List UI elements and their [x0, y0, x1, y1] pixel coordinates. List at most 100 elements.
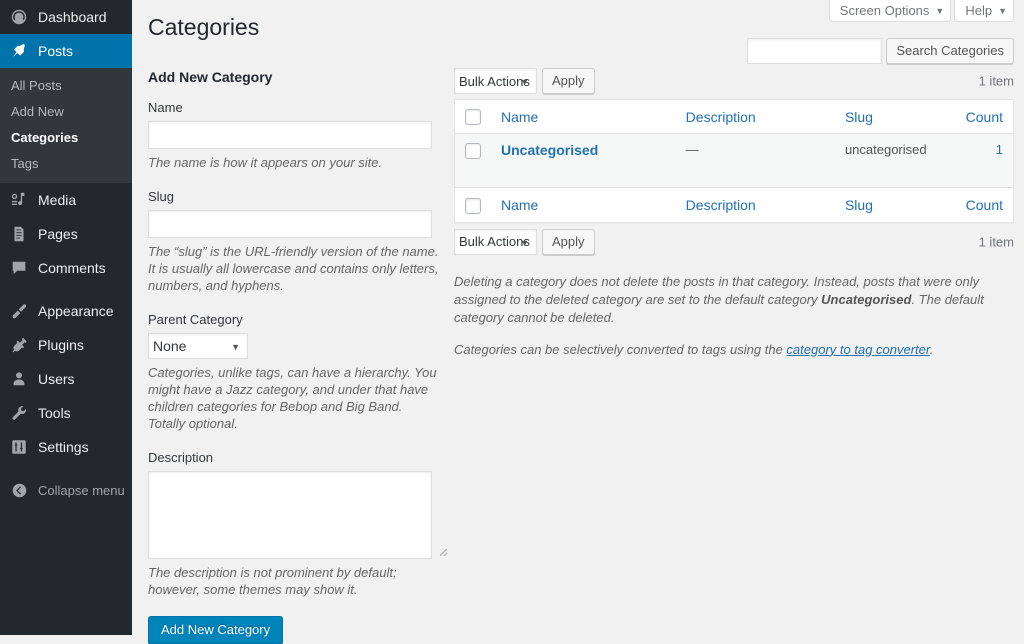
sidebar-item-label: Media [38, 192, 77, 208]
sidebar-item-label: Dashboard [38, 9, 107, 25]
bulk-actions-select-top[interactable]: Bulk Actions [454, 68, 537, 94]
description-help: The description is not prominent by defa… [148, 565, 397, 597]
tablenav-top: Bulk Actions ▼ Apply 1 item [454, 66, 1014, 96]
admin-sidebar: Dashboard Posts All Posts Add New Catego… [0, 0, 140, 635]
sidebar-item-tags[interactable]: Tags [0, 151, 132, 177]
description-textarea[interactable] [148, 471, 432, 559]
apply-button-bottom[interactable]: Apply [542, 228, 595, 255]
slug-description: The “slug” is the URL-friendly version o… [148, 244, 439, 293]
chevron-down-icon: ▼ [935, 5, 945, 16]
collapse-menu-button[interactable]: Collapse menu [0, 473, 132, 507]
page-title: Categories [148, 14, 260, 40]
category-notes: Deleting a category does not delete the … [454, 273, 1014, 359]
column-header-slug[interactable]: Slug [834, 99, 956, 135]
dashboard-icon [9, 7, 29, 27]
bulk-actions-select-bottom[interactable]: Bulk Actions [454, 228, 537, 255]
sidebar-item-label: Appearance [38, 303, 114, 319]
help-button[interactable]: Help ▼ [954, 0, 1014, 22]
field-slug: Slug The “slug” is the URL-friendly vers… [148, 189, 450, 294]
slug-input[interactable] [148, 210, 432, 238]
delete-note-default-category: Uncategorised [821, 291, 912, 307]
comments-icon [9, 258, 29, 278]
bulk-actions-top: Bulk Actions ▼ Apply [454, 68, 595, 94]
sidebar-item-settings[interactable]: Settings [0, 430, 132, 464]
screen-meta-links: Screen Options ▼ Help ▼ [828, 0, 1014, 22]
column-footer-name[interactable]: Name [491, 187, 676, 223]
row-slug-cell: uncategorised [834, 133, 956, 188]
sidebar-item-tools[interactable]: Tools [0, 396, 132, 430]
sidebar-item-categories[interactable]: Categories [0, 125, 132, 151]
select-all-header-top[interactable] [454, 99, 491, 135]
add-category-form: Add New Category Name The name is how it… [148, 68, 450, 644]
bulk-actions-bottom: Bulk Actions ▼ Apply [454, 228, 595, 255]
pages-icon [9, 224, 29, 244]
displaying-num-top: 1 item [978, 73, 1014, 89]
sidebar-item-dashboard[interactable]: Dashboard [0, 0, 132, 34]
sidebar-item-add-new[interactable]: Add New [0, 99, 132, 125]
row-select-cell[interactable] [454, 133, 491, 188]
field-name: Name The name is how it appears on your … [148, 100, 450, 171]
displaying-num-bottom: 1 item [978, 234, 1014, 250]
delete-note: Deleting a category does not delete the … [454, 273, 989, 327]
parent-category-select[interactable]: None [148, 333, 248, 359]
search-submit-button[interactable]: Search Categories [886, 38, 1014, 64]
slug-label: Slug [148, 189, 175, 204]
sidebar-item-pages[interactable]: Pages [0, 217, 132, 251]
name-input[interactable] [148, 121, 432, 149]
sidebar-item-comments[interactable]: Comments [0, 251, 132, 285]
menu-separator [0, 285, 132, 294]
select-all-header-bottom[interactable] [454, 187, 491, 223]
sidebar-item-appearance[interactable]: Appearance [0, 294, 132, 328]
column-footer-description[interactable]: Description [675, 187, 835, 223]
sidebar-item-all-posts[interactable]: All Posts [0, 73, 132, 99]
screen-options-button[interactable]: Screen Options ▼ [828, 0, 952, 22]
select-all-checkbox-top[interactable] [465, 109, 481, 126]
sidebar-item-label: Comments [38, 260, 106, 276]
sidebar-item-posts[interactable]: Posts [0, 34, 140, 68]
bulk-actions-select-wrap-bottom: Bulk Actions ▼ [454, 228, 537, 255]
column-header-description[interactable]: Description [675, 99, 835, 135]
chevron-down-icon: ▼ [998, 5, 1007, 16]
tablenav-bottom: Bulk Actions ▼ Apply 1 item [454, 227, 1014, 257]
search-box: Search Categories [747, 38, 1014, 64]
sidebar-item-plugins[interactable]: Plugins [0, 328, 132, 362]
settings-icon [9, 437, 29, 457]
category-to-tag-converter-link[interactable]: category to tag converter [786, 342, 929, 357]
search-input[interactable] [747, 38, 883, 64]
row-description-cell: — [675, 133, 835, 188]
field-parent-category: Parent Category None ▼ Categories, unlik… [148, 312, 450, 432]
form-title: Add New Category [148, 69, 273, 85]
pin-icon [9, 41, 29, 61]
sidebar-item-label: Users [38, 371, 75, 387]
description-label: Description [148, 450, 214, 465]
collapse-icon [9, 480, 29, 500]
column-footer-slug[interactable]: Slug [834, 187, 956, 223]
sidebar-item-label: Tools [38, 405, 71, 421]
row-checkbox[interactable] [465, 142, 481, 159]
menu-separator-2 [0, 464, 132, 473]
screen-options-label: Screen Options [839, 2, 930, 18]
categories-table: Name Description Slug Count Uncategorise… [454, 99, 1014, 223]
row-count-cell: 1 [955, 133, 1014, 188]
sidebar-item-users[interactable]: Users [0, 362, 132, 396]
column-header-count[interactable]: Count [955, 99, 1014, 135]
row-name-cell: Uncategorised [491, 133, 676, 188]
column-header-name[interactable]: Name [491, 99, 676, 135]
category-count-link[interactable]: 1 [996, 142, 1003, 157]
sidebar-item-media[interactable]: Media [0, 183, 132, 217]
name-label: Name [148, 100, 183, 115]
column-footer-count[interactable]: Count [955, 187, 1014, 223]
table-head: Name Description Slug Count [454, 99, 1014, 135]
select-all-checkbox-bottom[interactable] [465, 197, 481, 214]
apply-button-top[interactable]: Apply [542, 68, 595, 94]
appearance-icon [9, 301, 29, 321]
posts-submenu: All Posts Add New Categories Tags [0, 68, 132, 183]
add-new-category-button[interactable]: Add New Category [148, 616, 284, 644]
collapse-menu-label: Collapse menu [38, 482, 125, 498]
description-resize-handle[interactable] [148, 471, 450, 559]
parent-category-description: Categories, unlike tags, can have a hier… [148, 365, 437, 431]
main-content: Screen Options ▼ Help ▼ Categories Searc… [132, 0, 1024, 644]
sidebar-item-label: Plugins [38, 337, 84, 353]
category-name-link[interactable]: Uncategorised [501, 142, 598, 158]
table-foot: Name Description Slug Count [454, 187, 1014, 223]
